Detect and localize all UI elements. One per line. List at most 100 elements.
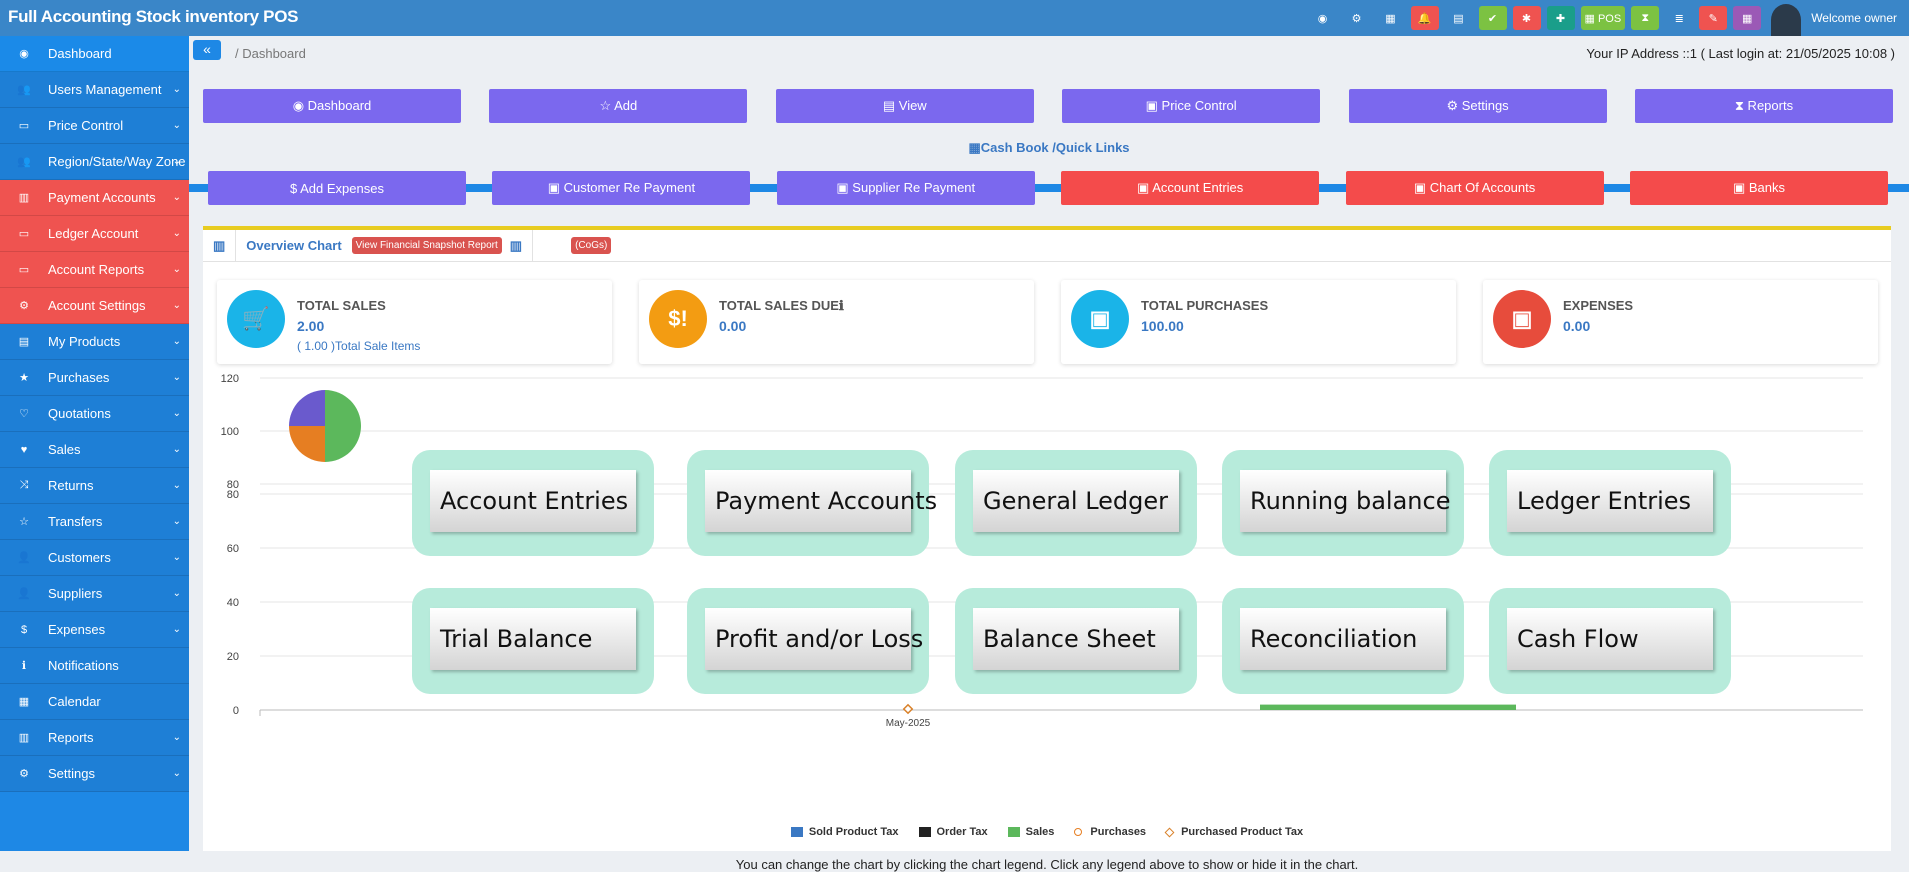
- sidebar-item-settings[interactable]: ⚙Settings⌄: [0, 756, 189, 792]
- quick-link-button-0[interactable]: $ Add Expenses: [208, 171, 466, 205]
- quick-link-button-2[interactable]: ▣ Supplier Re Payment: [777, 171, 1035, 205]
- chevron-down-icon: ⌄: [173, 228, 181, 239]
- chevron-down-icon: ⌄: [173, 336, 181, 347]
- sidebar-item-icon: 👥: [0, 155, 48, 168]
- sidebar-item-expenses[interactable]: $Expenses⌄: [0, 612, 189, 648]
- sidebar-item-label: My Products: [48, 334, 120, 349]
- calendar-icon[interactable]: ▤: [1445, 6, 1473, 30]
- app-title[interactable]: Full Accounting Stock inventory POS: [8, 7, 298, 27]
- sidebar-item-transfers[interactable]: ☆Transfers⌄: [0, 504, 189, 540]
- sidebar-item-sales[interactable]: ♥Sales⌄: [0, 432, 189, 468]
- sidebar-item-account-reports[interactable]: ▭Account Reports⌄: [0, 252, 189, 288]
- sidebar-item-icon: ⚙: [0, 767, 48, 780]
- accounting-card-ledger-entries[interactable]: Ledger Entries: [1489, 450, 1731, 556]
- list-icon[interactable]: ≣: [1665, 6, 1693, 30]
- legend-item-order-tax[interactable]: Order Tax: [919, 826, 988, 838]
- accounting-card-payment-accounts[interactable]: Payment Accounts: [687, 450, 929, 556]
- sidebar-item-reports[interactable]: ▥Reports⌄: [0, 720, 189, 756]
- accounting-card-general-ledger[interactable]: General Ledger: [955, 450, 1197, 556]
- sidebar-item-payment-accounts[interactable]: ▥Payment Accounts⌄: [0, 180, 189, 216]
- primary-button-4[interactable]: ⚙ Settings: [1349, 89, 1607, 123]
- gear-red-icon[interactable]: ✱: [1513, 6, 1541, 30]
- sidebar-item-quotations[interactable]: ♡Quotations⌄: [0, 396, 189, 432]
- primary-button-5[interactable]: ⧗ Reports: [1635, 89, 1893, 123]
- sidebar-item-users-management[interactable]: 👥Users Management⌄: [0, 72, 189, 108]
- dashboard-icon[interactable]: ◉: [1309, 6, 1337, 30]
- pos-icon[interactable]: ▦ POS: [1581, 6, 1626, 30]
- sidebar-item-purchases[interactable]: ★Purchases⌄: [0, 360, 189, 396]
- sidebar-item-icon: ▥: [0, 731, 48, 744]
- sidebar-item-label: Users Management: [48, 82, 161, 97]
- sidebar-item-label: Ledger Account: [48, 226, 138, 241]
- top-navbar: Full Accounting Stock inventory POS ◉⚙▦🔔…: [0, 0, 1909, 36]
- bell-icon[interactable]: 🔔: [1411, 6, 1439, 30]
- sidebar-item-calendar[interactable]: ▦Calendar: [0, 684, 189, 720]
- accounting-card-account-entries[interactable]: Account Entries: [412, 450, 654, 556]
- check-icon[interactable]: ✔: [1479, 6, 1507, 30]
- accounting-card-reconciliation[interactable]: Reconciliation: [1222, 588, 1464, 694]
- sidebar-item-icon: ▥: [0, 191, 48, 204]
- bar-chart-tab[interactable]: ▥: [203, 230, 236, 262]
- calculator-icon[interactable]: ▦: [1377, 6, 1405, 30]
- financial-snapshot-badge[interactable]: View Financial Snapshot Report: [352, 237, 502, 254]
- accounting-card-cash-flow[interactable]: Cash Flow: [1489, 588, 1731, 694]
- avatar[interactable]: [1771, 4, 1801, 36]
- hourglass-icon[interactable]: ⧗: [1631, 6, 1659, 30]
- sidebar-item-suppliers[interactable]: 👤Suppliers⌄: [0, 576, 189, 612]
- sidebar-item-icon: ▭: [0, 227, 48, 240]
- sidebar-item-label: Payment Accounts: [48, 190, 156, 205]
- primary-button-0[interactable]: ◉ Dashboard: [203, 89, 461, 123]
- chevron-down-icon: ⌄: [173, 372, 181, 383]
- sidebar-item-label: Expenses: [48, 622, 105, 637]
- legend-item-sales[interactable]: Sales: [1008, 826, 1055, 838]
- primary-button-2[interactable]: ▤ View: [776, 89, 1034, 123]
- sidebar-item-account-settings[interactable]: ⚙Account Settings⌄: [0, 288, 189, 324]
- cogs-badge[interactable]: (CoGs): [571, 237, 611, 254]
- tab-overview-chart[interactable]: Overview Chart View Financial Snapshot R…: [236, 230, 532, 262]
- quick-link-button-3[interactable]: ▣ Account Entries: [1061, 171, 1319, 205]
- accounting-card-running-balance[interactable]: Running balance: [1222, 450, 1464, 556]
- sidebar-item-returns[interactable]: ⤨Returns⌄: [0, 468, 189, 504]
- sidebar-item-label: Suppliers: [48, 586, 102, 601]
- sidebar-item-dashboard[interactable]: ◉Dashboard: [0, 36, 189, 72]
- settings-icon[interactable]: ⚙: [1343, 6, 1371, 30]
- pie-slice: [289, 426, 325, 462]
- kpi-icon: ▣: [1493, 290, 1551, 348]
- user-menu[interactable]: Welcome owner: [1771, 0, 1897, 36]
- primary-button-1[interactable]: ☆ Add: [489, 89, 747, 123]
- primary-button-3[interactable]: ▣ Price Control: [1062, 89, 1320, 123]
- quick-link-button-4[interactable]: ▣ Chart Of Accounts: [1346, 171, 1604, 205]
- accounting-card-balance-sheet[interactable]: Balance Sheet: [955, 588, 1197, 694]
- accounting-card-label: Reconciliation: [1240, 608, 1446, 670]
- legend-item-sold-product-tax[interactable]: Sold Product Tax: [791, 826, 899, 838]
- sidebar-item-customers[interactable]: 👤Customers⌄: [0, 540, 189, 576]
- eraser-icon[interactable]: ✎: [1699, 6, 1727, 30]
- quick-link-button-1[interactable]: ▣ Customer Re Payment: [492, 171, 750, 205]
- sales-bar: [1260, 705, 1516, 710]
- accounting-card-profit-and-or-loss[interactable]: Profit and/or Loss: [687, 588, 929, 694]
- flag-icon[interactable]: ✚: [1547, 6, 1575, 30]
- sidebar-item-icon: ⤨: [0, 479, 48, 492]
- legend-item-purchases[interactable]: Purchases: [1074, 826, 1146, 838]
- collapse-sidebar-button[interactable]: «: [193, 40, 221, 60]
- quick-link-button-5[interactable]: ▣ Banks: [1630, 171, 1888, 205]
- kpi-card: $!TOTAL SALES DUEℹ0.00: [639, 280, 1034, 364]
- tab-cogs[interactable]: (CoGs): [532, 230, 621, 262]
- sidebar-item-label: Customers: [48, 550, 111, 565]
- sidebar-item-label: Region/State/Way Zone: [48, 154, 186, 169]
- sidebar-item-ledger-account[interactable]: ▭Ledger Account ⌄: [0, 216, 189, 252]
- grid-icon[interactable]: ▦: [1733, 6, 1761, 30]
- chevron-down-icon: ⌄: [173, 624, 181, 635]
- sidebar-item-region-state-way-zone[interactable]: 👥Region/State/Way Zone⌄: [0, 144, 189, 180]
- kpi-subtext[interactable]: ( 1.00 )Total Sale Items: [297, 339, 420, 353]
- pie-slice: [325, 390, 361, 426]
- kpi-label: TOTAL SALES: [297, 298, 386, 313]
- sidebar-item-notifications[interactable]: ℹNotifications: [0, 648, 189, 684]
- legend-swatch: [919, 827, 931, 837]
- quick-links-title[interactable]: ▦Cash Book /Quick Links: [189, 140, 1909, 156]
- breadcrumb-bar: « / Dashboard Your IP Address ::1 ( Last…: [189, 36, 1909, 70]
- sidebar-item-my-products[interactable]: ▤My Products⌄: [0, 324, 189, 360]
- accounting-card-trial-balance[interactable]: Trial Balance: [412, 588, 654, 694]
- legend-item-purchased-product-tax[interactable]: Purchased Product Tax: [1166, 826, 1303, 838]
- sidebar-item-price-control[interactable]: ▭Price Control⌄: [0, 108, 189, 144]
